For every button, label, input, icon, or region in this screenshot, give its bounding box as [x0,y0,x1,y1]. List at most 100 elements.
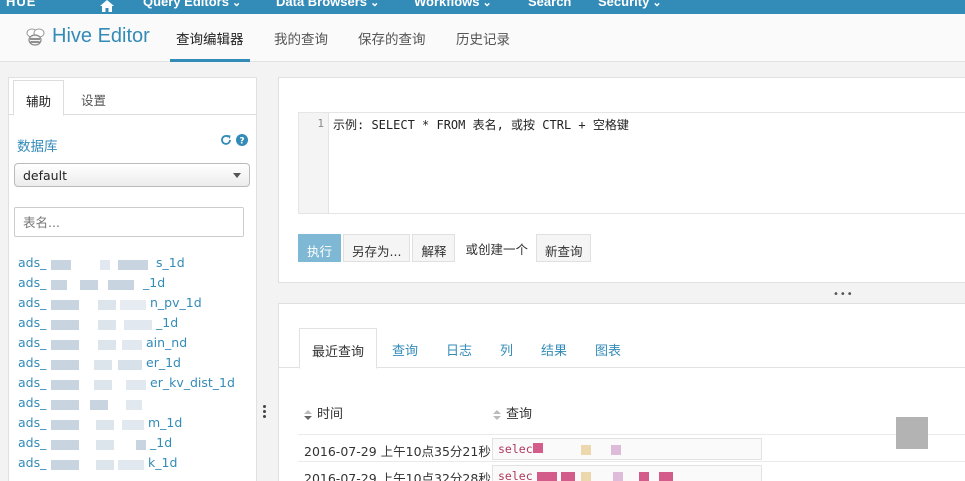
tab-query-editor[interactable]: 查询编辑器 [176,28,244,48]
tab-history[interactable]: 历史记录 [456,28,510,48]
redacted-mark [98,300,116,310]
tab-recent-queries[interactable]: 最近查询 [299,328,378,369]
redacted-mark [51,460,79,470]
help-icon[interactable]: ? [236,134,248,146]
redacted-mark [98,340,116,350]
table-filter-input[interactable] [14,207,244,237]
resize-dot [263,410,266,413]
query-text[interactable]: selec [492,438,762,460]
table-item-prefix: ads_ [18,295,47,310]
database-select[interactable]: default [14,163,250,187]
table-item-suffix: _1d [156,315,179,330]
execute-button[interactable]: 执行 [298,234,342,262]
table-item[interactable]: ads_ [18,393,248,413]
query-editor[interactable]: 1 示例: SELECT * FROM 表名, 或按 CTRL + 空格键 [298,112,965,214]
redacted-mark [118,260,148,270]
refresh-icon[interactable] [220,134,232,146]
table-item[interactable]: ads_ m_1d [18,413,248,433]
redacted-mark [51,320,79,330]
hive-bee-icon [26,28,45,46]
redacted-mark [51,400,79,410]
table-row[interactable]: 2016-07-29 上午10点35分21秒 selec [298,434,965,461]
redacted-mark [136,440,146,450]
table-item[interactable]: ads_ k_1d [18,453,248,473]
save-as-button[interactable]: 另存为... [343,234,411,262]
horizontal-resize-handle[interactable]: ••• [833,289,854,300]
tab-results[interactable]: 结果 [541,340,567,359]
table-item-suffix: _1d [143,275,166,290]
results-panel: 最近查询 查询 日志 列 结果 图表 时间 查询 2016-07-29 上午10… [278,303,965,481]
tab-my-queries[interactable]: 我的查询 [274,28,328,48]
nav-query-editors[interactable]: Query Editors [143,0,241,9]
vertical-resize-handle[interactable] [263,405,267,419]
tab-assist[interactable]: 辅助 [13,80,65,116]
table-item[interactable]: ads_ _1d [18,433,248,453]
table-item-prefix: ads_ [18,455,47,470]
new-query-button[interactable]: 新查询 [535,234,592,262]
assist-tabs: 辅助 设置 [9,78,256,117]
tab-chart[interactable]: 图表 [595,340,621,359]
redacted-mark [537,472,557,481]
table-item[interactable]: ads_ _1d [18,273,248,293]
app-brand[interactable]: Hive Editor [24,25,150,48]
nav-workflows[interactable]: Workflows [414,0,492,9]
redacted-mark [659,472,673,481]
redacted-mark [533,443,543,453]
query-time: 2016-07-29 上午10点35分21秒 [304,444,491,459]
table-item[interactable]: ads_ er_kv_dist_1d [18,373,248,393]
redacted-mark [51,340,79,350]
tab-query[interactable]: 查询 [392,340,418,359]
column-header-query-label: 查询 [506,407,533,422]
tab-saved-queries[interactable]: 保存的查询 [358,28,426,48]
table-item-suffix: _1d [150,435,173,450]
query-text-value: selec [498,442,533,456]
table-item[interactable]: ads_ er_1d [18,353,248,373]
table-item-suffix: ain_nd [146,335,188,350]
redacted-mark [120,300,146,310]
scroll-to-top-button[interactable] [896,417,928,449]
redacted-mark [51,260,71,270]
table-item[interactable]: ads_ _1d [18,313,248,333]
home-icon[interactable] [100,0,114,12]
results-tabs: 最近查询 查询 日志 列 结果 图表 [279,328,965,369]
redacted-mark [639,472,649,481]
chevron-down-icon [233,173,241,178]
app-subnav: Hive Editor 查询编辑器 我的查询 保存的查询 历史记录 [0,14,965,62]
redacted-mark [80,280,98,290]
redacted-mark [118,360,142,370]
redacted-mark [581,472,591,481]
column-header-time[interactable]: 时间 [304,403,343,422]
table-item[interactable]: ads_ ain_nd [18,333,248,353]
table-item-suffix: n_pv_1d [150,295,202,310]
redacted-mark [108,280,134,290]
nav-data-browsers[interactable]: Data Browsers [276,0,379,9]
editor-panel: 1 示例: SELECT * FROM 表名, 或按 CTRL + 空格键 执行… [278,77,965,283]
tab-columns[interactable]: 列 [500,340,513,359]
assist-panel: 辅助 设置 数据库 ? default ads_ s_1d ads_ _ [8,77,257,481]
redacted-mark [122,420,144,430]
table-item[interactable]: ads_ s_1d [18,253,248,273]
redacted-mark [51,280,67,290]
sort-icon [493,409,501,420]
hue-logo[interactable]: HUE [6,0,36,9]
redacted-mark [51,360,79,370]
editor-actions: 执行 另存为... 解释 或创建一个 新查询 [298,234,593,262]
tab-settings[interactable]: 设置 [69,80,118,117]
nav-security[interactable]: Security [598,0,662,9]
nav-search[interactable]: Search [528,0,571,9]
table-row[interactable]: 2016-07-29 上午10点32分28秒 selec [298,461,965,481]
query-time: 2016-07-29 上午10点32分28秒 [304,471,491,481]
query-text[interactable]: selec [492,465,762,481]
table-item[interactable]: ads_ n_pv_1d [18,293,248,313]
redacted-mark [122,340,142,350]
table-item-suffix: er_1d [146,355,181,370]
table-item-suffix: m_1d [148,415,183,430]
redacted-mark [98,320,116,330]
database-select-value: default [23,168,67,183]
table-item-prefix: ads_ [18,255,47,270]
column-header-query[interactable]: 查询 [493,403,532,422]
redacted-mark [90,400,108,410]
tab-log[interactable]: 日志 [446,340,472,359]
explain-button[interactable]: 解释 [412,234,456,262]
top-navbar: HUE Query Editors Data Browsers Workflow… [0,0,965,14]
